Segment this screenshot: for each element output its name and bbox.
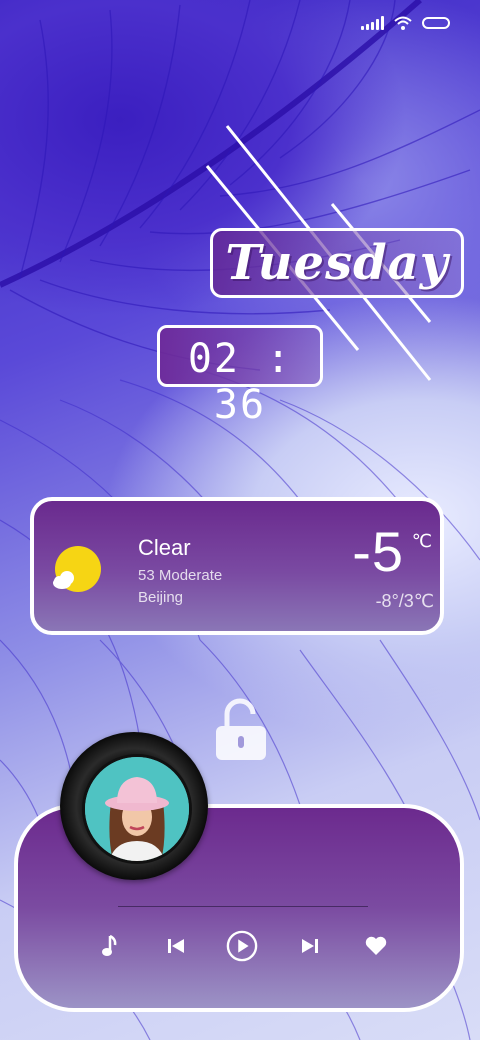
sun-cloud-icon [53,546,101,592]
temperature-unit: ℃ [411,531,432,551]
player-controls [18,926,460,966]
day-label: Tuesday [225,235,449,291]
current-temperature: -5 [352,520,404,583]
album-record[interactable] [60,732,208,880]
next-icon[interactable] [294,930,326,962]
album-art [82,754,192,864]
city-name: Beijing [138,589,184,606]
note-icon[interactable] [94,930,126,962]
weather-card[interactable]: Clear 53 Moderate Beijing -5 ℃ -8°/3℃ [30,497,444,635]
air-quality: 53 Moderate [138,567,223,584]
time-widget: 02 : 36 [157,325,323,428]
heart-icon[interactable] [360,930,392,962]
weather-condition: Clear [138,535,191,560]
album-art-image [85,757,189,861]
time-label: 02 : 36 [187,336,293,428]
day-widget: Tuesday [210,228,464,298]
progress-bar[interactable] [118,906,368,907]
temperature-range: -8°/3℃ [375,591,434,611]
play-icon[interactable] [226,930,258,962]
previous-icon[interactable] [160,930,192,962]
unlock-icon[interactable] [215,698,267,762]
